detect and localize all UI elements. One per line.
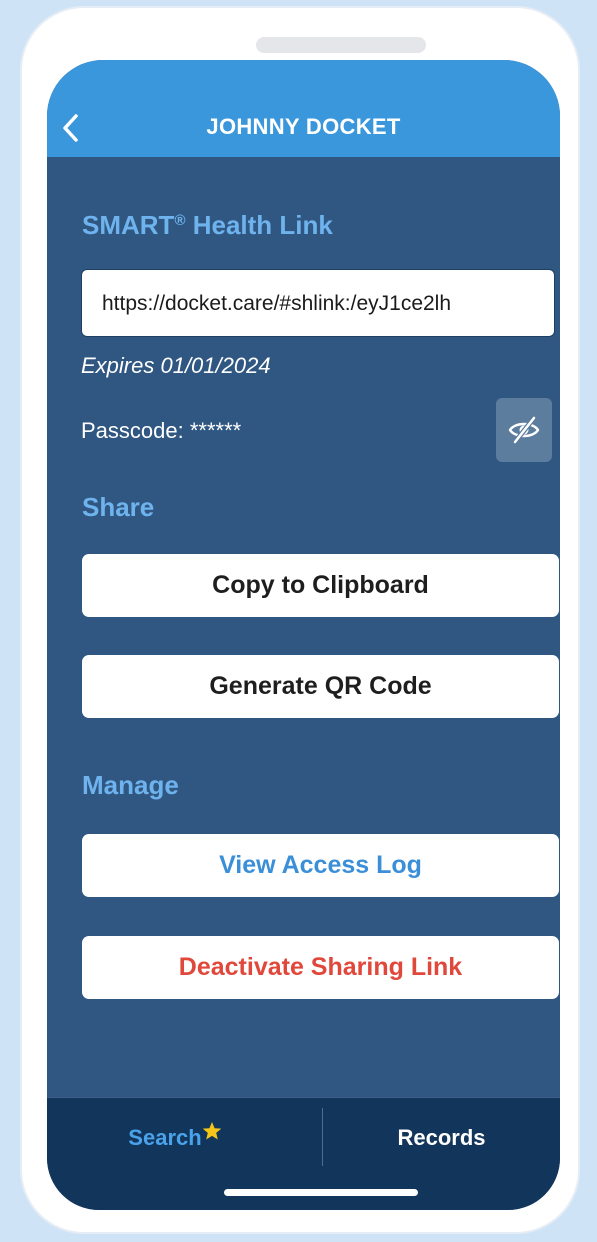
- section-title-health-link: SMART® Health Link: [82, 210, 333, 241]
- page-title: JOHNNY DOCKET: [206, 114, 401, 139]
- section-title-health-link-smart: SMART: [82, 210, 175, 240]
- star-icon: [202, 1122, 221, 1140]
- health-link-url-field[interactable]: https://docket.care/#shlink:/eyJ1ce2lh: [81, 269, 555, 337]
- bottom-tab-bar: Search Records: [47, 1097, 560, 1210]
- tab-search-label: Search: [128, 1125, 202, 1150]
- generate-qr-code-button[interactable]: Generate QR Code: [82, 655, 559, 718]
- passcode-visibility-toggle[interactable]: [496, 398, 552, 462]
- tab-search[interactable]: Search: [47, 1098, 303, 1178]
- tab-records-label: Records: [397, 1125, 486, 1150]
- section-title-health-link-rest: Health Link: [185, 210, 333, 240]
- section-title-share: Share: [82, 492, 155, 522]
- passcode-value: Passcode: ******: [81, 418, 242, 443]
- copy-to-clipboard-button[interactable]: Copy to Clipboard: [82, 554, 559, 617]
- app-screen: JOHNNY DOCKET SMART® Health Link https:/…: [47, 60, 560, 1210]
- home-indicator[interactable]: [224, 1189, 418, 1196]
- tab-records[interactable]: Records: [323, 1098, 560, 1178]
- section-title-manage: Manage: [82, 770, 179, 800]
- eye-slash-icon: [508, 415, 540, 445]
- header-bar: JOHNNY DOCKET: [47, 60, 560, 157]
- speaker-grille: [256, 37, 426, 53]
- deactivate-sharing-link-button[interactable]: Deactivate Sharing Link: [82, 936, 559, 999]
- registered-mark: ®: [174, 212, 186, 229]
- view-access-log-button[interactable]: View Access Log: [82, 834, 559, 897]
- expiration-date: Expires 01/01/2024: [81, 353, 271, 378]
